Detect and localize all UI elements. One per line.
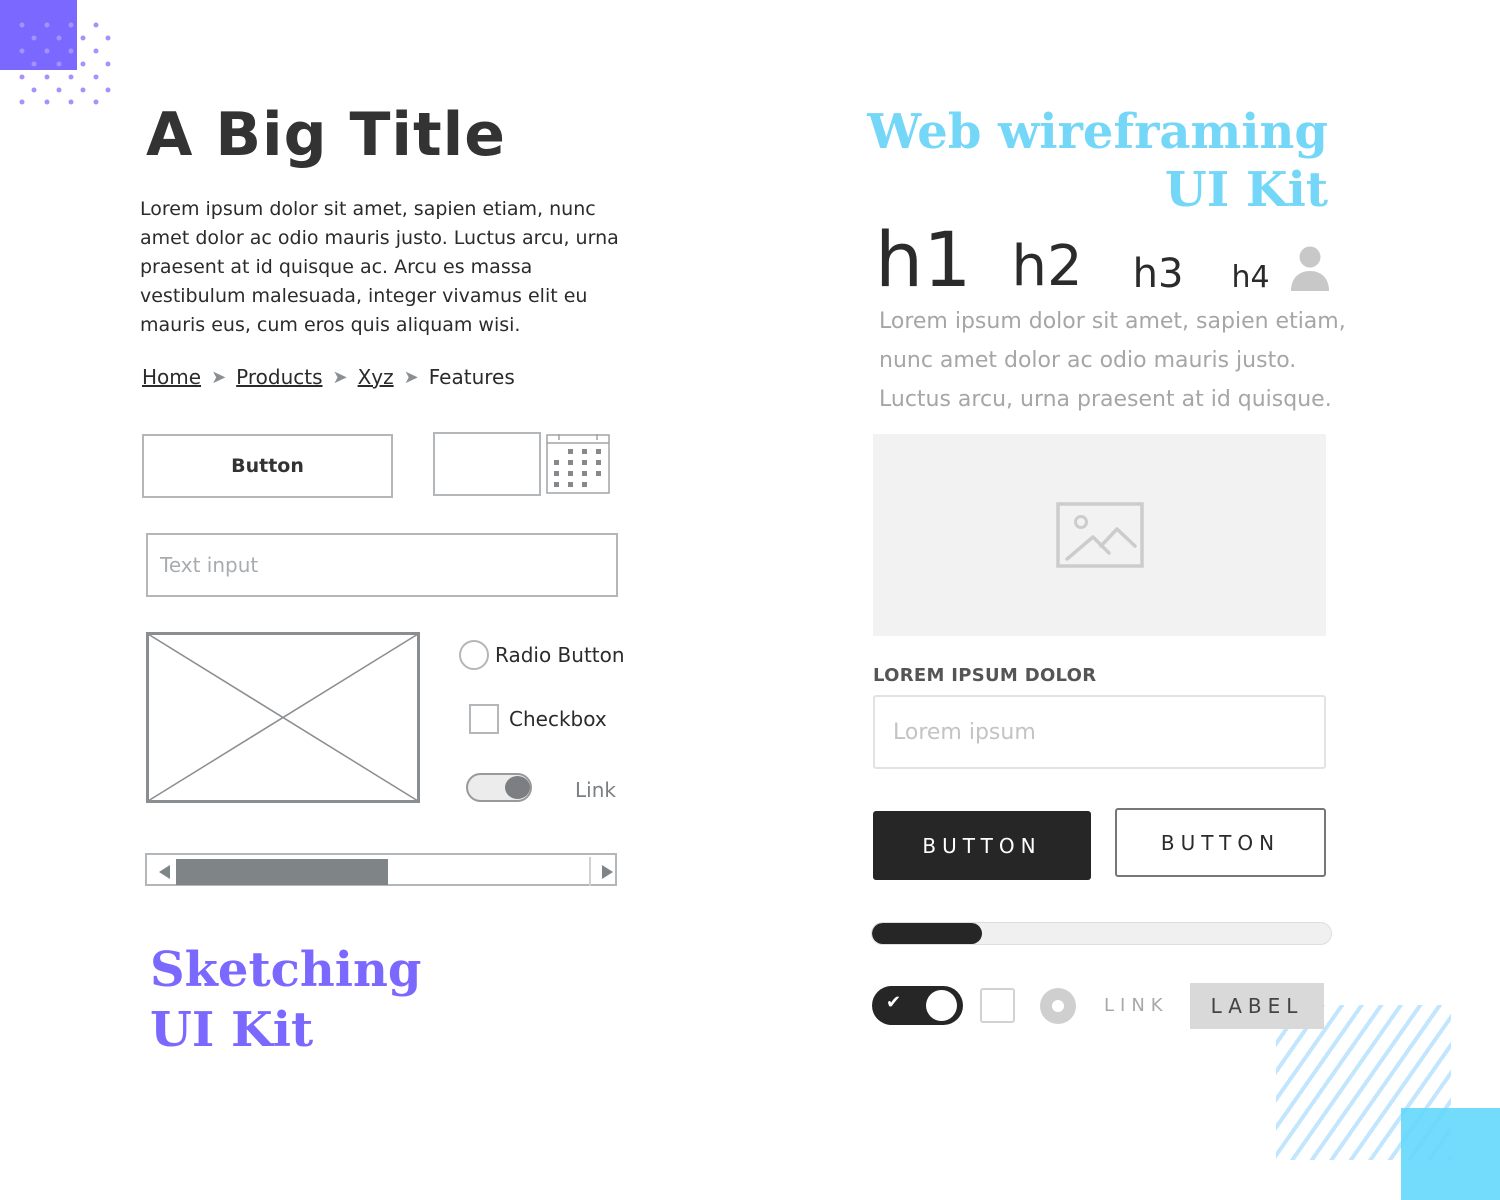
chevron-right-icon: ➤	[211, 366, 227, 388]
breadcrumb-products[interactable]: Products	[236, 365, 322, 389]
web-toggle[interactable]: ✔	[872, 986, 963, 1025]
web-text-input[interactable]: Lorem ipsum	[873, 695, 1326, 769]
image-placeholder	[873, 434, 1326, 636]
scroll-right-arrow-icon[interactable]	[602, 865, 613, 879]
sketch-checkbox-option[interactable]: Checkbox	[469, 704, 607, 734]
web-label-tag: LABEL	[1190, 983, 1324, 1029]
image-icon	[1055, 502, 1144, 568]
scrollbar-divider	[589, 857, 591, 886]
image-placeholder-icon	[146, 632, 420, 803]
web-checkbox[interactable]	[980, 988, 1015, 1023]
sketch-button[interactable]: Button	[142, 434, 393, 498]
web-link[interactable]: LINK	[1104, 995, 1169, 1016]
heading-h3: h3	[1132, 251, 1184, 297]
decorative-blue-square	[1401, 1108, 1500, 1200]
user-avatar-icon	[1291, 246, 1329, 291]
checkbox-label: Checkbox	[509, 707, 607, 731]
radio-label: Radio Button	[495, 643, 625, 667]
secondary-button[interactable]: BUTTON	[1115, 808, 1326, 877]
web-kit-title: Web wireframing UI Kit	[867, 103, 1328, 219]
breadcrumb-xyz[interactable]: Xyz	[358, 365, 394, 389]
web-kit-title-line1: Web wireframing	[867, 104, 1328, 160]
primary-button[interactable]: BUTTON	[873, 811, 1091, 880]
field-label: LOREM IPSUM DOLOR	[873, 665, 1097, 686]
breadcrumb-home[interactable]: Home	[142, 365, 201, 389]
chevron-right-icon: ➤	[332, 366, 348, 388]
sketching-kit-title-line1: Sketching	[150, 942, 422, 998]
breadcrumb: Home ➤ Products ➤ Xyz ➤ Features	[142, 365, 515, 389]
progress-fill	[872, 923, 983, 944]
heading-h2: h2	[1011, 234, 1083, 299]
sketch-date-input[interactable]	[433, 432, 541, 496]
scroll-left-arrow-icon[interactable]	[159, 865, 170, 879]
chevron-right-icon: ➤	[403, 366, 419, 388]
radio-button[interactable]	[459, 640, 489, 670]
heading-samples: h1 h2 h3 h4	[875, 215, 1270, 304]
web-paragraph: Lorem ipsum dolor sit amet, sapien etiam…	[879, 309, 1346, 412]
sketching-kit-title-line2: UI Kit	[150, 1002, 314, 1058]
decorative-dot-grid	[19, 22, 111, 105]
toggle-knob	[505, 776, 530, 799]
sketch-toggle[interactable]	[466, 773, 532, 802]
heading-h1: h1	[875, 215, 972, 304]
scrollbar-thumb[interactable]	[176, 859, 388, 885]
checkbox[interactable]	[469, 704, 499, 734]
check-icon: ✔	[886, 992, 902, 1013]
radio-dot	[1052, 1000, 1064, 1012]
sketch-paragraph: Lorem ipsum dolor sit amet, sapien etiam…	[140, 198, 619, 336]
sketch-scrollbar[interactable]	[145, 853, 617, 886]
sketch-text-input[interactable]: Text input	[146, 533, 618, 597]
sketch-link[interactable]: Link	[575, 778, 616, 802]
breadcrumb-features: Features	[428, 365, 515, 389]
big-title: A Big Title	[146, 100, 506, 170]
heading-h4: h4	[1231, 260, 1270, 295]
toggle-knob	[926, 990, 957, 1021]
sketch-radio-option[interactable]: Radio Button	[459, 640, 625, 670]
calendar-icon[interactable]	[546, 434, 610, 494]
progress-bar	[871, 922, 1332, 945]
sketching-kit-title: Sketching UI Kit	[150, 940, 421, 1060]
web-kit-title-line2: UI Kit	[1164, 162, 1328, 218]
web-radio-button[interactable]	[1040, 988, 1076, 1024]
